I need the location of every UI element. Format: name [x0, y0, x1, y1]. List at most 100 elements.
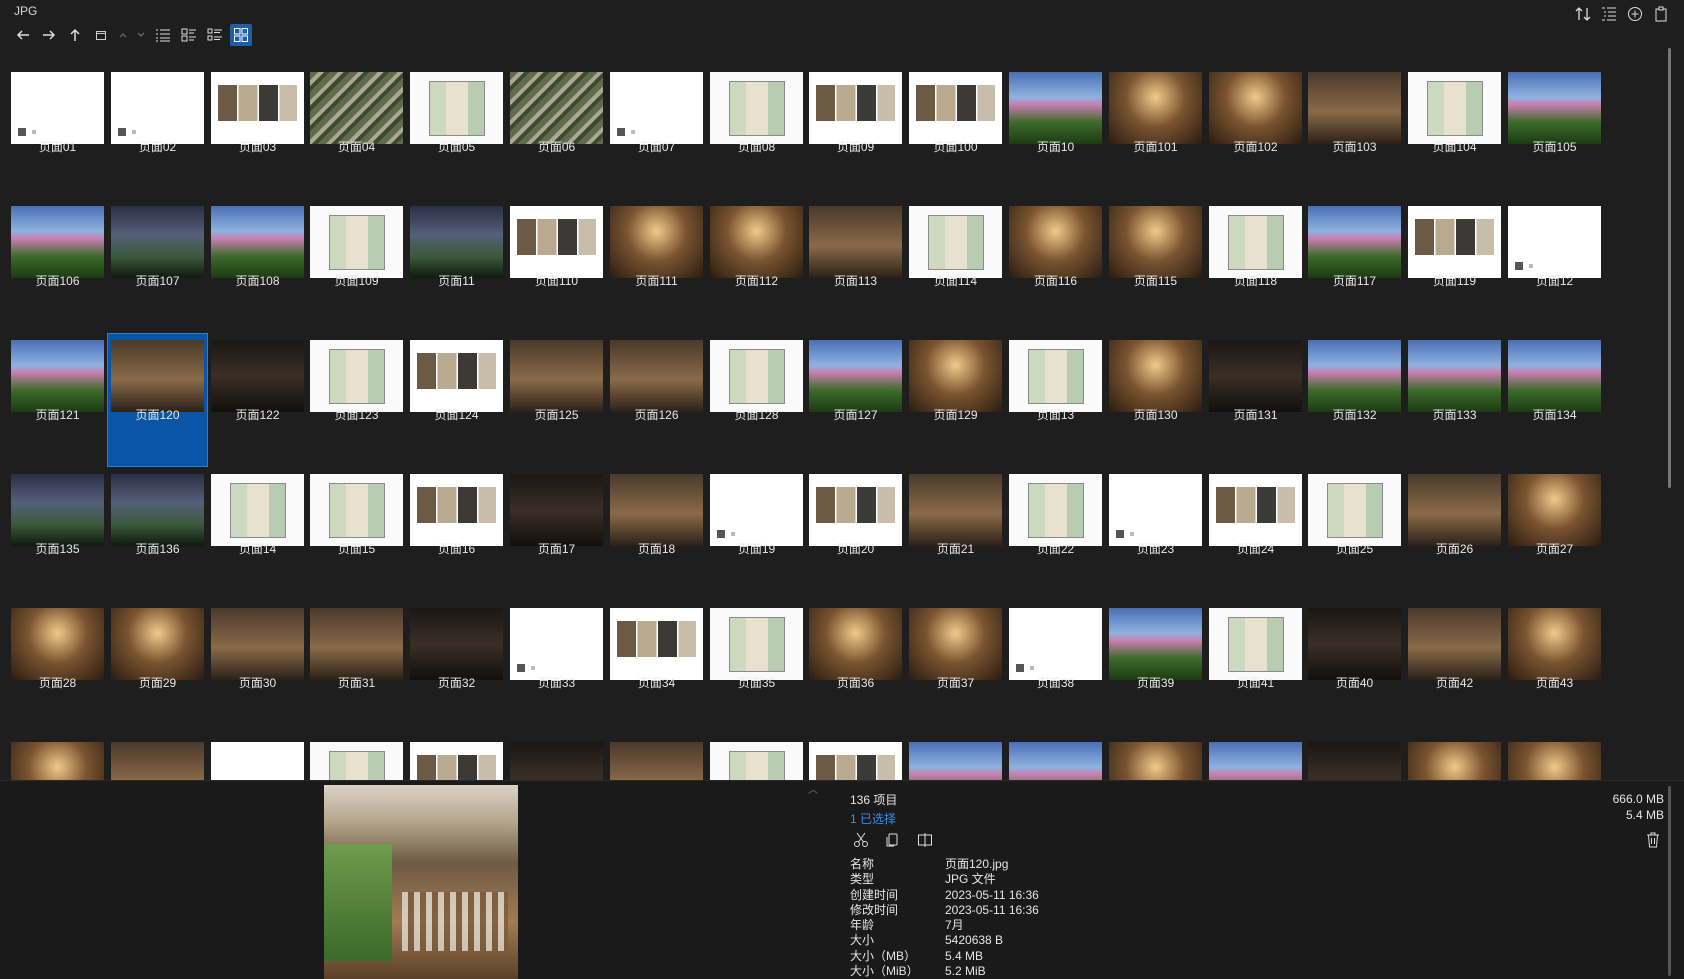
thumbnail-tile[interactable]: 页面03 [208, 66, 307, 198]
thumbnail-tile[interactable]: 页面133 [1405, 334, 1504, 466]
thumbnail-tile[interactable]: 页面06 [507, 66, 606, 198]
thumbnail-tile[interactable]: 页面10 [1006, 66, 1105, 198]
thumbnail-tile[interactable]: 页面129 [906, 334, 1005, 466]
new-window-icon[interactable] [90, 24, 112, 46]
thumbnail-tile[interactable]: 页面14 [208, 468, 307, 600]
up-icon[interactable] [64, 24, 86, 46]
thumbnail-tile[interactable]: 页面24 [1206, 468, 1305, 600]
thumbnail-tile[interactable] [507, 736, 606, 780]
thumbnail-tile[interactable]: 页面38 [1006, 602, 1105, 734]
thumbnail-tile[interactable]: 页面124 [407, 334, 506, 466]
sort-icon[interactable] [1572, 3, 1594, 25]
thumbnail-tile[interactable]: 页面119 [1405, 200, 1504, 332]
thumbnail-tile[interactable] [8, 736, 107, 780]
thumbnail-tile[interactable]: 页面27 [1505, 468, 1604, 600]
thumbnail-tile[interactable] [607, 736, 706, 780]
pane-resize-handle[interactable]: ︿ [808, 781, 818, 796]
thumbnail-tile[interactable]: 页面112 [707, 200, 806, 332]
thumbnail-tile[interactable]: 页面134 [1505, 334, 1604, 466]
thumbnail-tile[interactable]: 页面104 [1405, 66, 1504, 198]
details-scrollbar[interactable] [1664, 780, 1674, 979]
thumbnail-tile[interactable] [108, 736, 207, 780]
thumbnail-tile[interactable]: 页面29 [108, 602, 207, 734]
thumbnail-tile[interactable]: 页面40 [1305, 602, 1404, 734]
selected-count[interactable]: 1 已选择 [850, 810, 897, 827]
thumbnail-tile[interactable]: 页面08 [707, 66, 806, 198]
thumbnails-view-icon[interactable] [230, 24, 252, 46]
thumbnail-tile[interactable] [1206, 736, 1305, 780]
back-icon[interactable] [12, 24, 34, 46]
thumbnail-tile[interactable]: 页面118 [1206, 200, 1305, 332]
thumbnail-tile[interactable]: 页面114 [906, 200, 1005, 332]
thumbnail-tile[interactable]: 页面117 [1305, 200, 1404, 332]
thumbnail-tile[interactable]: 页面101 [1106, 66, 1205, 198]
thumbnail-tile[interactable]: 页面120 [107, 333, 208, 467]
group-icon[interactable] [1598, 3, 1620, 25]
thumbnail-tile[interactable]: 页面28 [8, 602, 107, 734]
thumbnail-tile[interactable] [1006, 736, 1105, 780]
thumbnail-tile[interactable]: 页面15 [307, 468, 406, 600]
thumbnail-tile[interactable] [806, 736, 905, 780]
clipboard-icon[interactable] [1650, 3, 1672, 25]
thumbnail-tile[interactable]: 页面106 [8, 200, 107, 332]
thumbnail-tile[interactable] [307, 736, 406, 780]
thumbnail-tile[interactable]: 页面04 [307, 66, 406, 198]
thumbnail-tile[interactable]: 页面123 [307, 334, 406, 466]
thumbnail-tile[interactable]: 页面121 [8, 334, 107, 466]
thumbnail-tile[interactable]: 页面11 [407, 200, 506, 332]
forward-icon[interactable] [38, 24, 60, 46]
thumbnail-tile[interactable]: 页面02 [108, 66, 207, 198]
thumbnail-tile[interactable]: 页面43 [1505, 602, 1604, 734]
thumbnail-tile[interactable]: 页面130 [1106, 334, 1205, 466]
thumbnail-tile[interactable]: 页面09 [806, 66, 905, 198]
thumbnail-tile[interactable]: 页面23 [1106, 468, 1205, 600]
thumbnail-tile[interactable]: 页面21 [906, 468, 1005, 600]
thumbnail-tile[interactable]: 页面25 [1305, 468, 1404, 600]
thumbnail-tile[interactable]: 页面100 [906, 66, 1005, 198]
thumbnail-tile[interactable]: 页面39 [1106, 602, 1205, 734]
thumbnail-tile[interactable]: 页面42 [1405, 602, 1504, 734]
details-scrollbar-thumb[interactable] [1668, 786, 1671, 976]
thumbnail-tile[interactable]: 页面127 [806, 334, 905, 466]
content-view-icon[interactable] [204, 24, 226, 46]
thumbnail-tile[interactable]: 页面22 [1006, 468, 1105, 600]
thumbnail-tile[interactable]: 页面17 [507, 468, 606, 600]
thumbnail-tile[interactable]: 页面41 [1206, 602, 1305, 734]
cut-icon[interactable] [850, 829, 872, 851]
details-view-icon[interactable] [152, 24, 174, 46]
thumbnail-tile[interactable]: 页面16 [407, 468, 506, 600]
thumbnail-tile[interactable]: 页面26 [1405, 468, 1504, 600]
thumbnail-tile[interactable]: 页面115 [1106, 200, 1205, 332]
thumbnail-tile[interactable]: 页面18 [607, 468, 706, 600]
thumbnail-tile[interactable]: 页面105 [1505, 66, 1604, 198]
add-icon[interactable] [1624, 3, 1646, 25]
thumbnail-tile[interactable]: 页面01 [8, 66, 107, 198]
thumbnail-tile[interactable] [1106, 736, 1205, 780]
thumbnail-tile[interactable]: 页面102 [1206, 66, 1305, 198]
thumbnail-tile[interactable] [1505, 736, 1604, 780]
thumbnail-tile[interactable]: 页面107 [108, 200, 207, 332]
thumbnail-tile[interactable]: 页面36 [806, 602, 905, 734]
thumbnail-tile[interactable]: 页面126 [607, 334, 706, 466]
grid-scrollbar-thumb[interactable] [1668, 48, 1671, 488]
thumbnail-tile[interactable]: 页面19 [707, 468, 806, 600]
thumbnail-tile[interactable]: 页面07 [607, 66, 706, 198]
thumbnail-tile[interactable]: 页面30 [208, 602, 307, 734]
compare-icon[interactable] [914, 829, 936, 851]
thumbnail-tile[interactable]: 页面37 [906, 602, 1005, 734]
thumbnail-tile[interactable]: 页面31 [307, 602, 406, 734]
thumbnail-tile[interactable] [707, 736, 806, 780]
thumbnail-tile[interactable] [906, 736, 1005, 780]
thumbnail-tile[interactable]: 页面33 [507, 602, 606, 734]
thumbnail-tile[interactable]: 页面103 [1305, 66, 1404, 198]
thumbnail-tile[interactable]: 页面32 [407, 602, 506, 734]
thumbnail-tile[interactable]: 页面113 [806, 200, 905, 332]
thumbnail-tile[interactable]: 页面108 [208, 200, 307, 332]
thumbnail-tile[interactable]: 页面116 [1006, 200, 1105, 332]
thumbnail-tile[interactable]: 页面135 [8, 468, 107, 600]
thumbnail-tile[interactable] [208, 736, 307, 780]
thumbnail-tile[interactable]: 页面12 [1505, 200, 1604, 332]
thumbnail-tile[interactable]: 页面05 [407, 66, 506, 198]
thumbnail-tile[interactable]: 页面128 [707, 334, 806, 466]
thumbnail-tile[interactable]: 页面131 [1206, 334, 1305, 466]
